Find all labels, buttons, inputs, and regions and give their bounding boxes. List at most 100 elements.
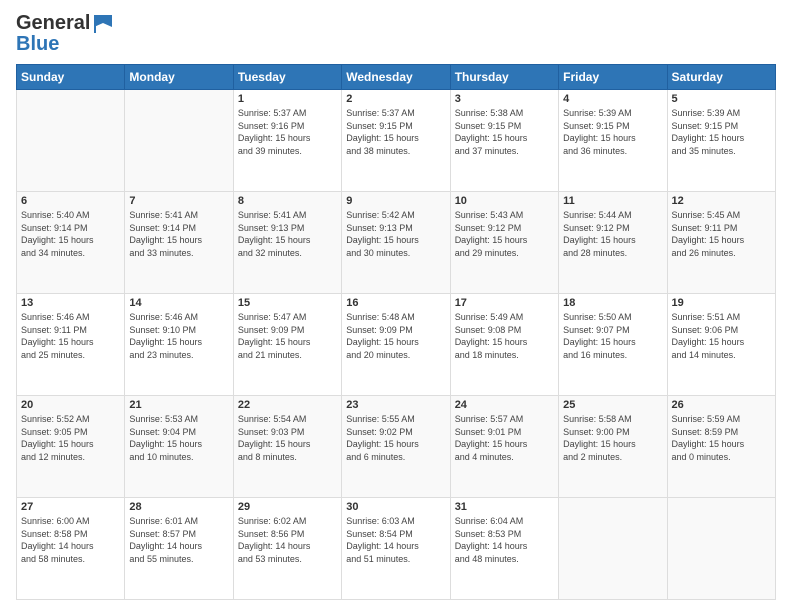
day-info: Sunrise: 5:43 AM Sunset: 9:12 PM Dayligh… bbox=[455, 209, 554, 259]
calendar-table: SundayMondayTuesdayWednesdayThursdayFrid… bbox=[16, 64, 776, 600]
day-number: 17 bbox=[455, 297, 554, 309]
week-row-4: 20 Sunrise: 5:52 AM Sunset: 9:05 PM Dayli… bbox=[17, 396, 776, 498]
calendar-cell bbox=[125, 90, 233, 192]
day-number: 27 bbox=[21, 501, 120, 513]
calendar-cell: 25 Sunrise: 5:58 AM Sunset: 9:00 PM Dayli… bbox=[559, 396, 667, 498]
page: General Blue SundayMondayTuesdayWednesda… bbox=[0, 0, 792, 612]
calendar-cell: 9 Sunrise: 5:42 AM Sunset: 9:13 PM Daylig… bbox=[342, 192, 450, 294]
day-number: 9 bbox=[346, 195, 445, 207]
day-number: 25 bbox=[563, 399, 662, 411]
calendar-cell: 28Sunrise: 6:01 AM Sunset: 8:57 PM Dayli… bbox=[125, 498, 233, 600]
calendar-cell: 15 Sunrise: 5:47 AM Sunset: 9:09 PM Dayli… bbox=[233, 294, 341, 396]
day-info: Sunrise: 5:54 AM Sunset: 9:03 PM Dayligh… bbox=[238, 413, 337, 463]
calendar-cell bbox=[559, 498, 667, 600]
day-info: Sunrise: 6:02 AM Sunset: 8:56 PM Dayligh… bbox=[238, 515, 337, 565]
day-number: 21 bbox=[129, 399, 228, 411]
col-header-tuesday: Tuesday bbox=[233, 65, 341, 90]
week-row-2: 6 Sunrise: 5:40 AM Sunset: 9:14 PM Daylig… bbox=[17, 192, 776, 294]
day-number: 28 bbox=[129, 501, 228, 513]
day-number: 16 bbox=[346, 297, 445, 309]
day-info: Sunrise: 5:41 AM Sunset: 9:13 PM Dayligh… bbox=[238, 209, 337, 259]
calendar-cell: 30 Sunrise: 6:03 AM Sunset: 8:54 PM Dayli… bbox=[342, 498, 450, 600]
day-number: 26 bbox=[672, 399, 771, 411]
day-info: Sunrise: 5:37 AM Sunset: 9:15 PM Dayligh… bbox=[346, 107, 445, 157]
day-info: Sunrise: 5:38 AM Sunset: 9:15 PM Dayligh… bbox=[455, 107, 554, 157]
calendar-cell: 10 Sunrise: 5:43 AM Sunset: 9:12 PM Dayli… bbox=[450, 192, 558, 294]
calendar-cell: 29 Sunrise: 6:02 AM Sunset: 8:56 PM Dayli… bbox=[233, 498, 341, 600]
day-number: 23 bbox=[346, 399, 445, 411]
col-header-wednesday: Wednesday bbox=[342, 65, 450, 90]
day-info: Sunrise: 5:50 AM Sunset: 9:07 PM Dayligh… bbox=[563, 311, 662, 361]
day-number: 15 bbox=[238, 297, 337, 309]
week-row-5: 27 Sunrise: 6:00 AM Sunset: 8:58 PM Dayli… bbox=[17, 498, 776, 600]
day-number: 22 bbox=[238, 399, 337, 411]
day-number: 20 bbox=[21, 399, 120, 411]
day-info: Sunrise: 6:00 AM Sunset: 8:58 PM Dayligh… bbox=[21, 515, 120, 565]
calendar-cell: 19 Sunrise: 5:51 AM Sunset: 9:06 PM Dayli… bbox=[667, 294, 775, 396]
day-number: 5 bbox=[672, 93, 771, 105]
day-info: Sunrise: 5:49 AM Sunset: 9:08 PM Dayligh… bbox=[455, 311, 554, 361]
day-number: 24 bbox=[455, 399, 554, 411]
day-info: Sunrise: 5:48 AM Sunset: 9:09 PM Dayligh… bbox=[346, 311, 445, 361]
calendar-cell bbox=[667, 498, 775, 600]
calendar-cell: 6 Sunrise: 5:40 AM Sunset: 9:14 PM Daylig… bbox=[17, 192, 125, 294]
day-info: Sunrise: 5:51 AM Sunset: 9:06 PM Dayligh… bbox=[672, 311, 771, 361]
logo: General Blue bbox=[16, 12, 114, 56]
calendar-cell: 31Sunrise: 6:04 AM Sunset: 8:53 PM Dayli… bbox=[450, 498, 558, 600]
calendar-cell: 16 Sunrise: 5:48 AM Sunset: 9:09 PM Dayli… bbox=[342, 294, 450, 396]
calendar-cell: 27 Sunrise: 6:00 AM Sunset: 8:58 PM Dayli… bbox=[17, 498, 125, 600]
header: General Blue bbox=[16, 12, 776, 56]
calendar-cell: 22 Sunrise: 5:54 AM Sunset: 9:03 PM Dayli… bbox=[233, 396, 341, 498]
calendar-cell: 21 Sunrise: 5:53 AM Sunset: 9:04 PM Dayli… bbox=[125, 396, 233, 498]
calendar-cell: 1Sunrise: 5:37 AM Sunset: 9:16 PM Daylig… bbox=[233, 90, 341, 192]
calendar-cell: 24 Sunrise: 5:57 AM Sunset: 9:01 PM Dayli… bbox=[450, 396, 558, 498]
day-info: Sunrise: 5:41 AM Sunset: 9:14 PM Dayligh… bbox=[129, 209, 228, 259]
calendar-cell: 17 Sunrise: 5:49 AM Sunset: 9:08 PM Dayli… bbox=[450, 294, 558, 396]
calendar-cell: 23Sunrise: 5:55 AM Sunset: 9:02 PM Dayli… bbox=[342, 396, 450, 498]
day-info: Sunrise: 5:59 AM Sunset: 8:59 PM Dayligh… bbox=[672, 413, 771, 463]
day-number: 6 bbox=[21, 195, 120, 207]
calendar-cell: 20 Sunrise: 5:52 AM Sunset: 9:05 PM Dayli… bbox=[17, 396, 125, 498]
day-info: Sunrise: 6:03 AM Sunset: 8:54 PM Dayligh… bbox=[346, 515, 445, 565]
calendar-cell: 12 Sunrise: 5:45 AM Sunset: 9:11 PM Dayli… bbox=[667, 192, 775, 294]
day-number: 1 bbox=[238, 93, 337, 105]
calendar-cell: 18 Sunrise: 5:50 AM Sunset: 9:07 PM Dayli… bbox=[559, 294, 667, 396]
calendar-header-row: SundayMondayTuesdayWednesdayThursdayFrid… bbox=[17, 65, 776, 90]
day-number: 12 bbox=[672, 195, 771, 207]
calendar-body: 1Sunrise: 5:37 AM Sunset: 9:16 PM Daylig… bbox=[17, 90, 776, 600]
day-info: Sunrise: 5:39 AM Sunset: 9:15 PM Dayligh… bbox=[672, 107, 771, 157]
day-number: 10 bbox=[455, 195, 554, 207]
day-number: 31 bbox=[455, 501, 554, 513]
day-info: Sunrise: 5:39 AM Sunset: 9:15 PM Dayligh… bbox=[563, 107, 662, 157]
calendar-cell: 13Sunrise: 5:46 AM Sunset: 9:11 PM Dayli… bbox=[17, 294, 125, 396]
calendar-cell: 8Sunrise: 5:41 AM Sunset: 9:13 PM Daylig… bbox=[233, 192, 341, 294]
col-header-monday: Monday bbox=[125, 65, 233, 90]
day-info: Sunrise: 5:47 AM Sunset: 9:09 PM Dayligh… bbox=[238, 311, 337, 361]
day-info: Sunrise: 5:57 AM Sunset: 9:01 PM Dayligh… bbox=[455, 413, 554, 463]
day-number: 13 bbox=[21, 297, 120, 309]
day-number: 29 bbox=[238, 501, 337, 513]
day-info: Sunrise: 5:58 AM Sunset: 9:00 PM Dayligh… bbox=[563, 413, 662, 463]
calendar-cell: 3 Sunrise: 5:38 AM Sunset: 9:15 PM Daylig… bbox=[450, 90, 558, 192]
day-number: 4 bbox=[563, 93, 662, 105]
day-number: 3 bbox=[455, 93, 554, 105]
week-row-1: 1Sunrise: 5:37 AM Sunset: 9:16 PM Daylig… bbox=[17, 90, 776, 192]
day-info: Sunrise: 5:40 AM Sunset: 9:14 PM Dayligh… bbox=[21, 209, 120, 259]
calendar-cell: 14 Sunrise: 5:46 AM Sunset: 9:10 PM Dayli… bbox=[125, 294, 233, 396]
col-header-thursday: Thursday bbox=[450, 65, 558, 90]
day-number: 18 bbox=[563, 297, 662, 309]
day-number: 19 bbox=[672, 297, 771, 309]
day-info: Sunrise: 5:52 AM Sunset: 9:05 PM Dayligh… bbox=[21, 413, 120, 463]
day-info: Sunrise: 5:46 AM Sunset: 9:10 PM Dayligh… bbox=[129, 311, 228, 361]
day-number: 14 bbox=[129, 297, 228, 309]
day-number: 2 bbox=[346, 93, 445, 105]
day-info: Sunrise: 5:42 AM Sunset: 9:13 PM Dayligh… bbox=[346, 209, 445, 259]
day-info: Sunrise: 5:44 AM Sunset: 9:12 PM Dayligh… bbox=[563, 209, 662, 259]
col-header-saturday: Saturday bbox=[667, 65, 775, 90]
day-info: Sunrise: 5:53 AM Sunset: 9:04 PM Dayligh… bbox=[129, 413, 228, 463]
day-info: Sunrise: 5:45 AM Sunset: 9:11 PM Dayligh… bbox=[672, 209, 771, 259]
day-number: 7 bbox=[129, 195, 228, 207]
day-number: 30 bbox=[346, 501, 445, 513]
calendar-cell: 2 Sunrise: 5:37 AM Sunset: 9:15 PM Daylig… bbox=[342, 90, 450, 192]
calendar-cell: 7 Sunrise: 5:41 AM Sunset: 9:14 PM Daylig… bbox=[125, 192, 233, 294]
